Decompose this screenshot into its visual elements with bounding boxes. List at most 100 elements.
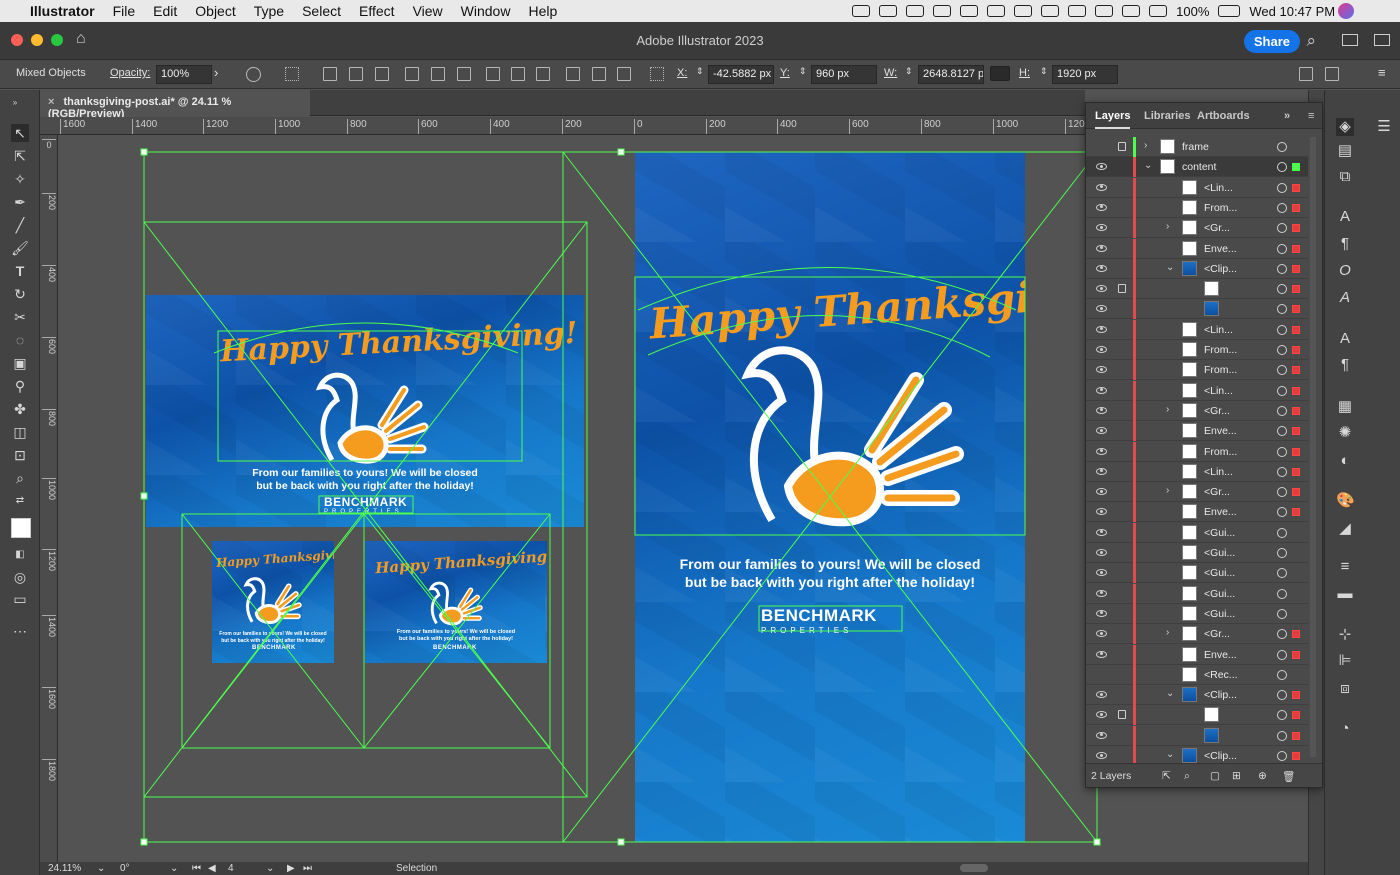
rotation-value[interactable]: 0° — [120, 863, 130, 874]
target-icon[interactable] — [1277, 649, 1287, 660]
layer-row[interactable]: <Gui... — [1086, 563, 1308, 584]
align-icon[interactable]: ⊫ — [1336, 652, 1354, 670]
layer-row[interactable]: › frame — [1086, 137, 1308, 157]
visibility-eye-icon[interactable] — [1096, 609, 1107, 617]
creative-cloud-icon[interactable] — [852, 5, 871, 17]
scissors-tool-icon[interactable]: ✂ — [11, 308, 29, 326]
horizontal-ruler[interactable]: 1600 1400 1200 1000 800 600 400 200 0 20… — [40, 117, 1085, 135]
shape-builder-tool-icon[interactable]: ◫ — [11, 423, 29, 441]
rotate-tool-icon[interactable]: ↻ — [11, 285, 29, 303]
horizontal-scrollbar[interactable] — [960, 864, 988, 872]
selected-indicator[interactable] — [1292, 264, 1300, 273]
visibility-eye-icon[interactable] — [1096, 366, 1107, 374]
transform-icon[interactable] — [1299, 67, 1313, 81]
chevron-down-icon[interactable]: ⌄ — [170, 863, 178, 874]
link-icon[interactable] — [1014, 5, 1033, 17]
target-icon[interactable] — [1277, 385, 1287, 396]
align-to-selection-icon[interactable] — [285, 67, 299, 81]
previous-artboard-icon[interactable]: ◀ — [208, 863, 216, 874]
siri-icon[interactable] — [1338, 3, 1354, 19]
lock-icon[interactable] — [1118, 710, 1126, 720]
target-icon[interactable] — [1277, 243, 1287, 254]
share-button[interactable]: Share — [1243, 30, 1300, 53]
visibility-eye-icon[interactable] — [1096, 447, 1107, 455]
selected-indicator[interactable] — [1292, 305, 1300, 314]
layers-icon[interactable]: ◈ — [1336, 118, 1354, 136]
collapse-panel-icon[interactable]: » — [6, 94, 24, 112]
layer-row[interactable]: <Gui... — [1086, 522, 1308, 543]
layer-row[interactable] — [1086, 279, 1308, 300]
type-tool-icon[interactable]: T — [11, 262, 29, 280]
layer-row[interactable]: › <Gr... — [1086, 482, 1308, 503]
next-artboard-icon[interactable]: ▶ — [287, 863, 295, 874]
opentype-icon[interactable]: O — [1336, 262, 1354, 280]
selected-indicator[interactable] — [1292, 285, 1300, 294]
selection-tool-icon[interactable]: ↖ — [11, 124, 29, 142]
target-icon[interactable] — [1277, 751, 1287, 761]
cloud-icon[interactable] — [879, 5, 898, 17]
visibility-eye-icon[interactable] — [1096, 731, 1107, 739]
target-icon[interactable] — [1277, 568, 1287, 579]
menu-window[interactable]: Window — [452, 3, 520, 19]
color-icon[interactable]: 🎨 — [1336, 492, 1355, 510]
layer-row[interactable]: ⌄ <Clip... — [1086, 258, 1308, 279]
close-window-button[interactable] — [11, 34, 23, 46]
distribute-right-icon[interactable] — [617, 67, 631, 81]
appearance-icon[interactable]: ◐ — [1336, 452, 1354, 470]
reference-point-icon[interactable] — [650, 67, 664, 81]
layer-row[interactable]: › <Gr... — [1086, 218, 1308, 239]
puppet-warp-tool-icon[interactable]: ✤ — [11, 400, 29, 418]
screen-mode-icon[interactable]: ▭ — [11, 590, 29, 608]
layer-row[interactable]: <Gui... — [1086, 543, 1308, 563]
height-input[interactable]: 1920 px — [1052, 65, 1118, 84]
direct-selection-tool-icon[interactable]: ⇱ — [11, 147, 29, 165]
paintbrush-tool-icon[interactable]: 🖌 — [11, 239, 29, 257]
menu-help[interactable]: Help — [519, 3, 566, 19]
target-icon[interactable] — [1277, 284, 1287, 295]
collapse-panel-icon[interactable]: » — [1284, 110, 1290, 122]
opacity-input[interactable]: 100% — [156, 65, 212, 84]
lock-icon[interactable] — [1118, 142, 1126, 151]
selected-indicator[interactable] — [1292, 731, 1300, 740]
artboard-tool-icon[interactable]: ⊡ — [11, 446, 29, 464]
selected-indicator[interactable] — [1292, 224, 1300, 233]
minimize-window-button[interactable] — [31, 34, 43, 46]
selected-indicator[interactable] — [1292, 427, 1300, 436]
recolor-artwork-icon[interactable] — [246, 67, 261, 82]
delete-layer-icon[interactable]: 🗑 — [1282, 770, 1295, 783]
target-icon[interactable] — [1277, 548, 1287, 558]
layer-row[interactable]: Enve... — [1086, 238, 1308, 259]
navigator-icon[interactable]: ◔ — [1336, 720, 1354, 738]
target-icon[interactable] — [1277, 466, 1287, 477]
align-bottom-icon[interactable] — [457, 67, 471, 81]
panel-menu-icon[interactable]: ≡ — [1308, 110, 1314, 122]
x-stepper-icon[interactable]: ⇕ — [696, 66, 704, 77]
layer-row[interactable]: <Gui... — [1086, 583, 1308, 604]
target-icon[interactable] — [1277, 426, 1287, 437]
visibility-eye-icon[interactable] — [1096, 650, 1107, 658]
layer-row[interactable]: From... — [1086, 360, 1308, 381]
target-icon[interactable] — [1277, 446, 1287, 457]
selected-indicator[interactable] — [1292, 711, 1300, 720]
layer-row[interactable]: Enve... — [1086, 502, 1308, 523]
tab-libraries[interactable]: Libraries — [1144, 110, 1190, 122]
selected-indicator[interactable] — [1292, 203, 1300, 212]
target-icon[interactable] — [1277, 324, 1287, 335]
layer-row[interactable]: › <Gr... — [1086, 624, 1308, 645]
visibility-eye-icon[interactable] — [1096, 427, 1107, 435]
first-artboard-icon[interactable]: ⏮ — [192, 863, 201, 874]
layer-row[interactable]: Enve... — [1086, 421, 1308, 442]
close-tab-icon[interactable]: × — [48, 96, 54, 108]
create-sublayer-icon[interactable]: ⊞ — [1232, 770, 1241, 782]
visibility-eye-icon[interactable] — [1096, 183, 1107, 191]
expand-chevron-icon[interactable]: › — [1166, 627, 1169, 638]
new-layer-icon[interactable]: ⊕ — [1258, 770, 1267, 782]
make-clipping-mask-icon[interactable]: ▢ — [1210, 770, 1220, 782]
export-icon[interactable]: ⇱ — [1162, 770, 1171, 782]
stroke-icon[interactable]: ≡ — [1336, 558, 1354, 576]
menu-icon[interactable]: ≡ — [1378, 65, 1386, 80]
selected-indicator[interactable] — [1292, 406, 1300, 415]
selected-indicator[interactable] — [1292, 691, 1300, 700]
selected-indicator[interactable] — [1292, 163, 1300, 172]
drawing-mode-icon[interactable]: ◎ — [11, 568, 29, 586]
